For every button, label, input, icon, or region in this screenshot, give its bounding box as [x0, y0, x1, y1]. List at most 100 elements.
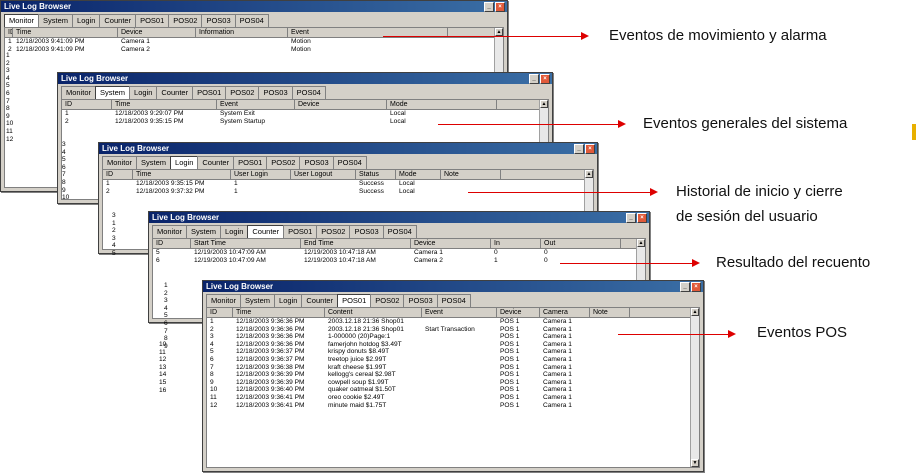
column-header[interactable]: Time — [13, 28, 118, 37]
column-header[interactable]: Information — [196, 28, 288, 37]
table-row[interactable]: 5 12/18/2003 9:36:37 PM krispy donuts $8.4… — [207, 348, 699, 356]
scroll-up-icon[interactable]: ▲ — [585, 170, 593, 178]
table-row[interactable]: 5 12/19/2003 10:47:09 AM 12/19/2003 10:47:… — [153, 249, 645, 257]
table-row[interactable]: 7 12/18/2003 9:36:38 PM kraft cheese $1.99… — [207, 364, 699, 372]
table-row[interactable]: 9 12/18/2003 9:36:39 PM cowpell soup $1.99… — [207, 379, 699, 387]
table-row[interactable]: 1 12/18/2003 9:41:09 PM Camera 1 Motion — [5, 38, 503, 46]
column-header[interactable]: Start Time — [191, 239, 301, 248]
column-header[interactable]: Camera — [540, 308, 590, 317]
tab-pos04[interactable]: POS04 — [234, 14, 269, 27]
column-header[interactable]: Device — [411, 239, 491, 248]
table-row[interactable]: 10 12/18/2003 9:36:40 PM quaker oatmeal $1… — [207, 386, 699, 394]
tab-pos04[interactable]: POS04 — [436, 294, 471, 307]
column-header[interactable]: Device — [295, 100, 387, 109]
column-header[interactable]: ID — [153, 239, 191, 248]
table-row[interactable]: 1 12/18/2003 9:36:36 PM 2003.12.18 21:36 S… — [207, 318, 699, 326]
tab-pos02[interactable]: POS02 — [370, 294, 405, 307]
scroll-up-icon[interactable]: ▲ — [691, 308, 699, 316]
column-header[interactable]: ID — [207, 308, 233, 317]
column-header[interactable]: In — [491, 239, 541, 248]
tab-pos03[interactable]: POS03 — [299, 156, 334, 169]
minimize-button[interactable]: _ — [574, 144, 584, 154]
minimize-button[interactable]: _ — [680, 282, 690, 292]
column-header[interactable]: User Login — [231, 170, 291, 179]
table-row[interactable]: 1 12/18/2003 9:29:07 PM System Exit Local — [62, 110, 548, 118]
tab-system[interactable]: System — [240, 294, 276, 307]
minimize-button[interactable]: _ — [626, 213, 636, 223]
tab-login[interactable]: Login — [72, 14, 101, 27]
tab-pos02[interactable]: POS02 — [168, 14, 203, 27]
close-button[interactable]: × — [540, 74, 550, 84]
tab-system[interactable]: System — [186, 225, 222, 238]
tab-system[interactable]: System — [38, 14, 74, 27]
tab-pos03[interactable]: POS03 — [201, 14, 236, 27]
tab-pos02[interactable]: POS02 — [225, 86, 260, 99]
tab-pos03[interactable]: POS03 — [349, 225, 384, 238]
tab-pos01[interactable]: POS01 — [233, 156, 268, 169]
column-header[interactable]: Status — [356, 170, 396, 179]
column-header[interactable]: Out — [541, 239, 621, 248]
scroll-down-icon[interactable]: ▼ — [691, 459, 699, 467]
tab-system[interactable]: System — [95, 86, 131, 99]
scroll-up-icon[interactable]: ▲ — [495, 28, 503, 36]
column-header[interactable]: Device — [118, 28, 196, 37]
scroll-up-icon[interactable]: ▲ — [637, 239, 645, 247]
tab-pos03[interactable]: POS03 — [258, 86, 293, 99]
column-header[interactable]: End Time — [301, 239, 411, 248]
table-row[interactable]: 11 12/18/2003 9:36:41 PM oreo cookie $2.49… — [207, 394, 699, 402]
tab-counter[interactable]: Counter — [197, 156, 235, 169]
minimize-button[interactable]: _ — [484, 2, 494, 12]
close-button[interactable]: × — [637, 213, 647, 223]
column-header[interactable]: Content — [325, 308, 422, 317]
table-row[interactable]: 4 12/18/2003 9:36:36 PM famerjohn hotdog $… — [207, 341, 699, 349]
column-header[interactable]: ID — [103, 170, 133, 179]
column-header[interactable]: Note — [441, 170, 501, 179]
tab-pos03[interactable]: POS03 — [403, 294, 438, 307]
column-header[interactable]: Time — [112, 100, 217, 109]
tab-login[interactable]: Login — [274, 294, 303, 307]
tab-monitor[interactable]: Monitor — [152, 225, 188, 238]
column-header[interactable]: ID — [62, 100, 112, 109]
vertical-scrollbar[interactable]: ▲▼ — [690, 308, 699, 467]
tab-monitor[interactable]: Monitor — [4, 14, 40, 27]
tab-pos04[interactable]: POS04 — [332, 156, 367, 169]
tab-counter[interactable]: Counter — [99, 14, 137, 27]
tab-login[interactable]: Login — [170, 156, 199, 169]
tab-counter[interactable]: Counter — [156, 86, 194, 99]
table-row[interactable]: 6 12/18/2003 9:36:37 PM treetop juice $2.9… — [207, 356, 699, 364]
table-row[interactable]: 1 12/18/2003 9:35:15 PM 1 Success Local — [103, 180, 593, 188]
table-row[interactable]: 2 12/18/2003 9:41:09 PM Camera 2 Motion — [5, 46, 503, 54]
table-row[interactable]: 2 12/18/2003 9:36:36 PM 2003.12.18 21:36 S… — [207, 326, 699, 334]
tab-pos01[interactable]: POS01 — [192, 86, 227, 99]
tab-counter[interactable]: Counter — [301, 294, 339, 307]
tab-login[interactable]: Login — [129, 86, 158, 99]
close-button[interactable]: × — [495, 2, 505, 12]
tab-pos01[interactable]: POS01 — [283, 225, 318, 238]
column-header[interactable]: Device — [497, 308, 540, 317]
tab-counter[interactable]: Counter — [247, 225, 285, 238]
tab-pos04[interactable]: POS04 — [382, 225, 417, 238]
column-header[interactable]: Note — [590, 308, 630, 317]
column-header[interactable]: Mode — [387, 100, 497, 109]
tab-monitor[interactable]: Monitor — [61, 86, 97, 99]
column-header[interactable]: Event — [217, 100, 295, 109]
tab-login[interactable]: Login — [220, 225, 249, 238]
column-header[interactable]: Event — [422, 308, 497, 317]
tab-monitor[interactable]: Monitor — [102, 156, 138, 169]
tab-monitor[interactable]: Monitor — [206, 294, 242, 307]
scroll-up-icon[interactable]: ▲ — [540, 100, 548, 108]
column-header[interactable]: User Logout — [291, 170, 356, 179]
column-header[interactable]: ID — [5, 28, 13, 37]
close-button[interactable]: × — [585, 144, 595, 154]
tab-pos01[interactable]: POS01 — [337, 294, 372, 307]
table-row[interactable]: 8 12/18/2003 9:36:39 PM kellogg's cereal $… — [207, 371, 699, 379]
tab-pos04[interactable]: POS04 — [291, 86, 326, 99]
close-button[interactable]: × — [691, 282, 701, 292]
column-header[interactable]: Time — [233, 308, 325, 317]
minimize-button[interactable]: _ — [529, 74, 539, 84]
tab-system[interactable]: System — [136, 156, 172, 169]
column-header[interactable]: Mode — [396, 170, 441, 179]
tab-pos02[interactable]: POS02 — [266, 156, 301, 169]
tab-pos01[interactable]: POS01 — [135, 14, 170, 27]
tab-pos02[interactable]: POS02 — [316, 225, 351, 238]
